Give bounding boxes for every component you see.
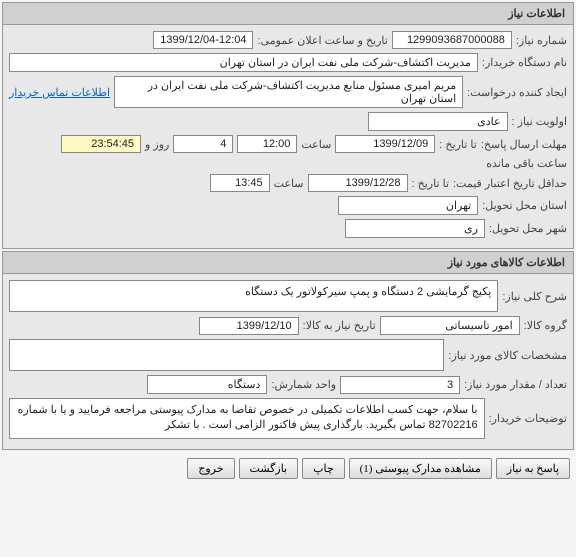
field-remaining-days: 4	[173, 135, 233, 153]
contact-link[interactable]: اطلاعات تماس خریدار	[9, 86, 110, 99]
field-need-no: 1299093687000088	[392, 31, 512, 49]
label-time-2: ساعت	[274, 177, 304, 190]
label-requester: ایجاد کننده درخواست:	[467, 86, 567, 99]
label-min-validity: حداقل تاریخ اعتبار قیمت:	[453, 177, 567, 190]
label-buyer-org: نام دستگاه خریدار:	[482, 56, 567, 69]
label-general-desc: شرح کلی نیاز:	[502, 290, 567, 303]
field-requester: مریم امیری مسئول منابع مدیریت اکتشاف-شرک…	[114, 76, 463, 108]
goods-info-header: اطلاعات کالاهای مورد نیاز	[3, 252, 573, 274]
label-need-by-date: تاریخ نیاز به کالا:	[303, 319, 376, 332]
label-remaining: ساعت باقی مانده	[486, 157, 567, 170]
goods-info-panel: اطلاعات کالاهای مورد نیاز شرح کلی نیاز: …	[2, 251, 574, 450]
exit-button[interactable]: خروج	[187, 458, 234, 479]
field-general-desc: پکیج گرمایشی 2 دستگاه و پمپ سیرکولاتور ی…	[9, 280, 498, 312]
back-button[interactable]: بازگشت	[239, 458, 299, 479]
field-city: ری	[345, 219, 485, 238]
label-time-1: ساعت	[301, 138, 331, 151]
field-province: تهران	[338, 196, 478, 215]
label-days-and: روز و	[145, 138, 169, 151]
label-deadline: مهلت ارسال پاسخ:	[481, 138, 567, 151]
label-qty: تعداد / مقدار مورد نیاز:	[464, 378, 567, 391]
label-province: استان محل تحویل:	[482, 199, 567, 212]
field-deadline-time: 12:00	[237, 135, 297, 153]
label-priority: اولویت نیاز :	[512, 115, 567, 128]
label-until-date: تا تاریخ :	[439, 138, 476, 151]
label-goods-group: گروه کالا:	[524, 319, 567, 332]
field-unit: دستگاه	[147, 375, 267, 394]
label-specs: مشخصات کالای مورد نیاز:	[448, 349, 567, 362]
field-goods-group: امور تاسیساتی	[380, 316, 520, 335]
reply-button[interactable]: پاسخ به نیاز	[496, 458, 570, 479]
action-buttons: پاسخ به نیاز مشاهده مدارک پیوستی (1) چاپ…	[0, 452, 576, 485]
label-need-no: شماره نیاز:	[516, 34, 567, 47]
label-unit: واحد شمارش:	[271, 378, 336, 391]
label-announce-time: تاریخ و ساعت اعلان عمومی:	[257, 34, 387, 47]
field-specs	[9, 339, 444, 371]
label-city: شهر محل تحویل:	[489, 222, 567, 235]
attachments-button[interactable]: مشاهده مدارک پیوستی (1)	[349, 458, 492, 479]
field-priority: عادی	[368, 112, 508, 131]
print-button[interactable]: چاپ	[302, 458, 345, 479]
field-announce-time: 12:04 - 1399/12/04	[153, 31, 253, 49]
field-validity-date: 1399/12/28	[308, 174, 408, 192]
need-info-header: اطلاعات نیاز	[3, 3, 573, 25]
field-remaining-time: 23:54:45	[61, 135, 141, 153]
field-buyer-org: مدیریت اکتشاف-شرکت ملی نفت ایران در استا…	[9, 53, 478, 72]
need-info-panel: اطلاعات نیاز شماره نیاز: 129909368700008…	[2, 2, 574, 249]
field-qty: 3	[340, 376, 460, 394]
field-buyer-notes: با سلام، جهت کسب اطلاعات تکمیلی در خصوص …	[9, 398, 485, 439]
field-need-by-date: 1399/12/10	[199, 317, 299, 335]
field-deadline-date: 1399/12/09	[335, 135, 435, 153]
field-validity-time: 13:45	[210, 174, 270, 192]
label-buyer-notes: توضیحات خریدار:	[489, 412, 567, 425]
label-until-date-2: تا تاریخ :	[412, 177, 449, 190]
